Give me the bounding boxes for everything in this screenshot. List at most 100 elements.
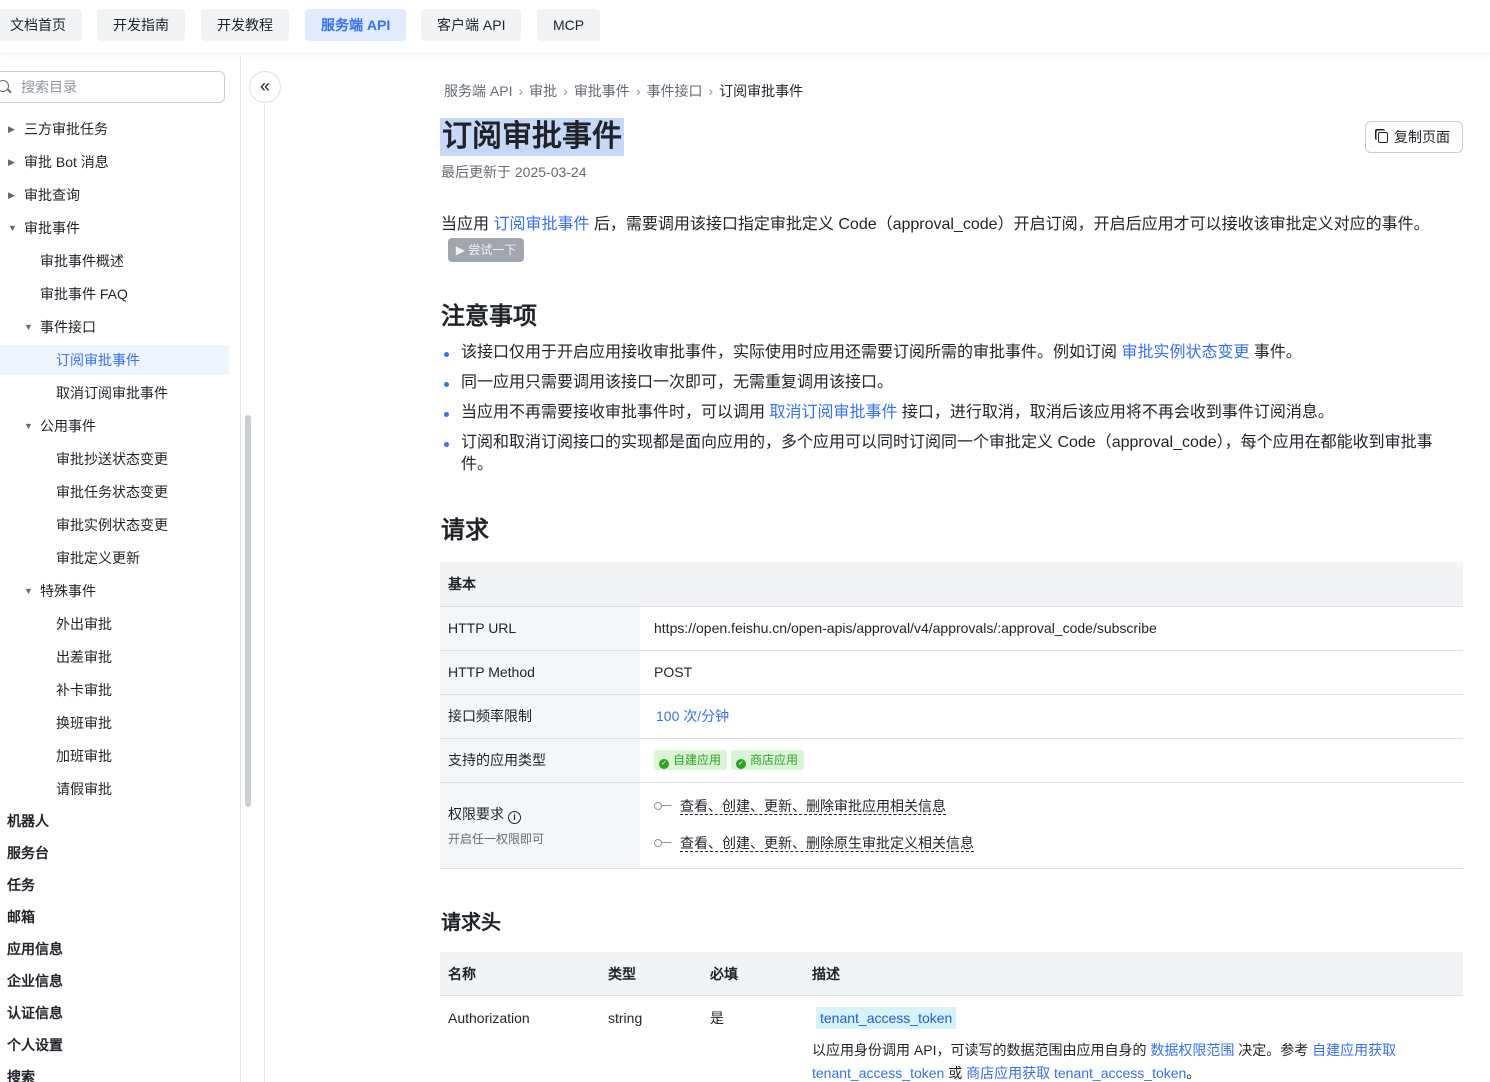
notes-heading: 注意事项 xyxy=(441,303,537,330)
table-header-cell: 基本 xyxy=(440,562,1463,607)
list-item: 订阅和取消订阅接口的实现都是面向应用的，多个应用可以同时订阅同一个审批定义 Co… xyxy=(441,432,1451,476)
tab-mcp[interactable]: MCP xyxy=(537,9,601,41)
sidebar-item-out-approval[interactable]: 外出审批 xyxy=(56,609,112,639)
sidebar-item-approval-query[interactable]: ▶ 审批查询 xyxy=(8,180,80,210)
copy-page-label: 复制页面 xyxy=(1394,129,1450,145)
note-text: 订阅和取消订阅接口的实现都是面向应用的，多个应用可以同时订阅同一个审批定义 Co… xyxy=(461,434,1433,473)
permission-item: 查看、创建、更新、删除审批应用相关信息 xyxy=(654,788,1455,825)
tag-label: 商店应用 xyxy=(750,753,799,767)
unsubscribe-link[interactable]: 取消订阅审批事件 xyxy=(769,404,897,421)
search-input[interactable] xyxy=(21,76,211,98)
tab-dev-tutorial[interactable]: 开发教程 xyxy=(201,9,289,41)
custom-app-token-link-cont[interactable]: tenant_access_token xyxy=(812,1065,944,1081)
sidebar-item-personal-settings[interactable]: 个人设置 xyxy=(7,1030,63,1060)
rate-limit-cell: 100 次/分钟 xyxy=(640,694,1463,739)
sidebar-item-cc-status[interactable]: 审批抄送状态变更 xyxy=(56,444,168,474)
sidebar-item-task-status[interactable]: 审批任务状态变更 xyxy=(56,477,168,507)
caret-down-icon: ▼ xyxy=(8,223,17,233)
chevron-right-icon: › xyxy=(563,83,568,99)
breadcrumb-item[interactable]: 审批事件 xyxy=(574,83,630,99)
table-row: HTTP Method POST xyxy=(440,650,1463,695)
instance-status-link[interactable]: 审批实例状态变更 xyxy=(1121,344,1249,361)
tab-dev-guide[interactable]: 开发指南 xyxy=(97,9,185,41)
check-circle-icon: ✓ xyxy=(736,759,747,769)
search-icon xyxy=(0,80,9,92)
tab-docs-home[interactable]: 文档首页 xyxy=(0,9,82,41)
tab-client-api[interactable]: 客户端 API xyxy=(421,9,522,41)
desc-text: 以应用身份调用 API，可读写的数据范围由应用自身的 xyxy=(812,1042,1151,1058)
sidebar-item-common-events[interactable]: ▼ 公用事件 xyxy=(24,411,96,441)
intro-link[interactable]: 订阅审批事件 xyxy=(493,216,589,233)
sidebar-item-subscribe-events[interactable]: 订阅审批事件 xyxy=(0,345,229,375)
try-it-button[interactable]: ▶ 尝试一下 xyxy=(448,238,524,262)
sidebar-item-search[interactable]: 搜索 xyxy=(7,1062,35,1082)
sidebar-item-task[interactable]: 任务 xyxy=(7,870,35,900)
chevron-right-icon: › xyxy=(518,83,524,99)
sidebar-item-tenant-info[interactable]: 企业信息 xyxy=(7,966,63,996)
sidebar-item-events-faq[interactable]: 审批事件 FAQ xyxy=(40,279,128,309)
copy-page-button[interactable]: 复制页面 xyxy=(1365,121,1463,153)
tab-server-api[interactable]: 服务端 API xyxy=(305,9,407,41)
sidebar-item-trip-approval[interactable]: 出差审批 xyxy=(56,642,112,672)
sidebar-item-event-api[interactable]: ▼ 事件接口 xyxy=(24,312,96,342)
check-circle-icon: ✓ xyxy=(659,759,669,769)
breadcrumb-item[interactable]: 事件接口 xyxy=(646,83,702,99)
custom-app-token-link[interactable]: 自建应用获取 xyxy=(1312,1042,1396,1058)
desc-text: 或 xyxy=(944,1065,967,1081)
col-description: 描述 xyxy=(812,966,840,982)
collapse-sidebar-button[interactable]: « xyxy=(249,71,281,103)
sidebar-item-events-overview[interactable]: 审批事件概述 xyxy=(40,246,124,276)
sidebar-item-special-events[interactable]: ▼ 特殊事件 xyxy=(24,576,96,606)
permission-item: 查看、创建、更新、删除原生审批定义相关信息 xyxy=(654,825,1455,862)
table-header-row: 名称 类型 必填 描述 xyxy=(440,952,1463,996)
permission-label-text: 权限要求 xyxy=(448,805,504,822)
sidebar-item-instance-status[interactable]: 审批实例状态变更 xyxy=(56,510,168,540)
app-type-cell: ✓ 自建应用 ✓ 商店应用 xyxy=(640,738,1463,783)
token-pill[interactable]: tenant_access_token xyxy=(816,1007,957,1029)
sidebar-item-definition-update[interactable]: 审批定义更新 xyxy=(56,543,140,573)
header-type: string xyxy=(608,1010,643,1026)
sidebar-item-approval-events[interactable]: ▼ 审批事件 xyxy=(8,213,80,243)
store-app-token-link[interactable]: 商店应用获取 tenant_access_token xyxy=(966,1065,1186,1081)
headers-table: 名称 类型 必填 描述 Authorization string 是 tenan… xyxy=(440,952,1463,1082)
desc-text: 。 xyxy=(1186,1065,1201,1081)
sidebar-item-app-info[interactable]: 应用信息 xyxy=(7,934,63,964)
sidebar-item-helpdesk[interactable]: 服务台 xyxy=(7,838,49,868)
permission-text[interactable]: 查看、创建、更新、删除审批应用相关信息 xyxy=(680,798,946,815)
breadcrumb-item[interactable]: 审批 xyxy=(529,83,557,99)
rate-limit-link[interactable]: 100 次/分钟 xyxy=(656,708,729,724)
last-updated: 最后更新于 2025-03-24 xyxy=(441,164,587,180)
http-url-label: HTTP URL xyxy=(440,606,640,651)
list-item: 同一应用只需要调用该接口一次即可，无需重复调用该接口。 xyxy=(441,372,1451,394)
tag-label: 自建应用 xyxy=(673,753,722,767)
table-row: 接口频率限制 100 次/分钟 xyxy=(440,694,1463,739)
sidebar-search[interactable] xyxy=(0,71,225,103)
sidebar-item-third-party-tasks[interactable]: ▶ 三方审批任务 xyxy=(8,114,108,144)
chevron-right-icon: › xyxy=(635,83,641,99)
sidebar-scrollbar[interactable] xyxy=(245,415,251,807)
data-scope-link[interactable]: 数据权限范围 xyxy=(1150,1042,1234,1058)
key-icon xyxy=(654,839,671,847)
permission-text[interactable]: 查看、创建、更新、删除原生审批定义相关信息 xyxy=(680,835,974,852)
http-method-label: HTTP Method xyxy=(440,650,640,695)
sidebar-item-shift-approval[interactable]: 换班审批 xyxy=(56,708,112,738)
sidebar-item-mail[interactable]: 邮箱 xyxy=(7,902,35,932)
sidebar-item-unsubscribe-events[interactable]: 取消订阅审批事件 xyxy=(56,378,168,408)
header-name: Authorization xyxy=(448,1010,530,1026)
sidebar-item-bot[interactable]: 机器人 xyxy=(7,806,49,836)
token-cell: tenant_access_token xyxy=(816,996,957,1040)
sidebar-item-remedy-approval[interactable]: 补卡审批 xyxy=(56,675,112,705)
breadcrumb: 服务端 API › 审批 › 审批事件 › 事件接口 › 订阅审批事件 xyxy=(444,80,803,102)
rate-limit-label: 接口频率限制 xyxy=(440,694,640,739)
sidebar-item-leave-approval[interactable]: 请假审批 xyxy=(56,774,112,804)
col-required: 必填 xyxy=(710,966,738,982)
info-icon[interactable]: i xyxy=(508,810,521,824)
sidebar-item-verification[interactable]: 认证信息 xyxy=(7,998,63,1028)
notes-list: 该接口仅用于开启应用接收审批事件，实际使用时应用还需要订阅所需的审批事件。例如订… xyxy=(441,342,1451,484)
chevron-right-icon: › xyxy=(708,83,714,99)
col-name: 名称 xyxy=(448,966,476,982)
sidebar-item-bot-messages[interactable]: ▶ 审批 Bot 消息 xyxy=(8,147,109,177)
sidebar-item-overtime-approval[interactable]: 加班审批 xyxy=(56,741,112,771)
permission-label: 权限要求 i xyxy=(448,804,632,824)
breadcrumb-item[interactable]: 服务端 API xyxy=(444,83,512,99)
